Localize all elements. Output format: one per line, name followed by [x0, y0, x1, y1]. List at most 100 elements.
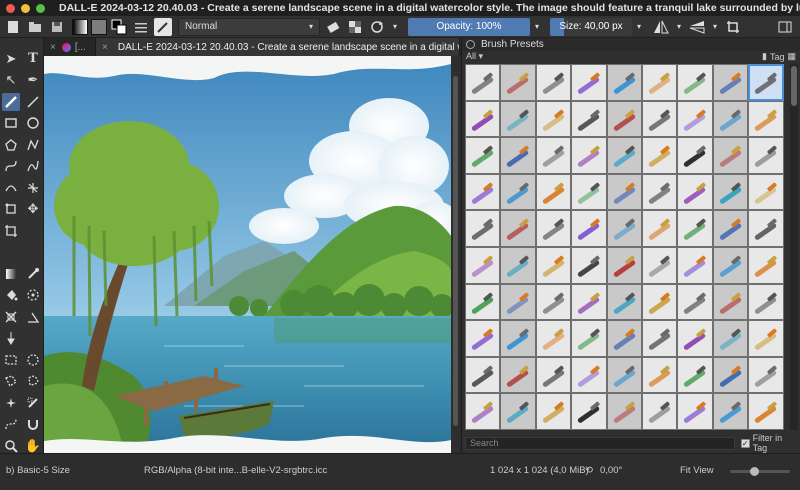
workspace-layout-icon[interactable] [776, 18, 794, 36]
brush-preset-item[interactable] [748, 393, 784, 430]
scrollbar-thumb[interactable] [453, 76, 458, 426]
brush-preset-item[interactable] [641, 320, 678, 357]
rotation-icon[interactable]: ⟲ [585, 465, 593, 476]
move-tool-icon[interactable]: ✥ [24, 200, 42, 218]
brush-preset-item[interactable] [748, 283, 784, 321]
rotation-label[interactable]: 0,00° [600, 465, 622, 476]
tab-current-document[interactable]: × DALL-E 2024-03-12 20.40.03 - Create a … [96, 38, 460, 56]
brush-preset-item[interactable] [712, 100, 749, 138]
brush-preset-item[interactable] [500, 356, 536, 394]
brush-preset-item[interactable] [606, 173, 642, 211]
brush-preset-item[interactable] [535, 173, 572, 211]
brush-preset-item[interactable] [465, 320, 501, 357]
close-icon[interactable]: × [102, 42, 108, 53]
freehand-brush-icon[interactable] [2, 92, 20, 111]
brush-preset-item[interactable] [535, 210, 572, 247]
brush-preset-item[interactable] [606, 64, 642, 101]
canvas-area[interactable] [44, 56, 460, 453]
color-profile-label[interactable]: RGB/Alpha (8-bit inte...B-elle-V2-srgbtr… [144, 465, 327, 476]
brush-preset-item[interactable] [571, 100, 607, 138]
measure-tool-icon[interactable] [24, 308, 42, 326]
close-window-button[interactable] [6, 3, 15, 13]
chevron-down-icon[interactable]: ▾ [390, 18, 400, 36]
rectangle-tool-icon[interactable] [2, 114, 20, 132]
brush-preset-item[interactable] [606, 137, 642, 174]
brush-preset-item[interactable] [677, 320, 713, 357]
contiguous-selection-icon[interactable] [2, 394, 20, 412]
brush-preset-item[interactable] [535, 137, 572, 174]
brush-preset-item[interactable] [641, 173, 678, 211]
brush-preset-item[interactable] [571, 320, 607, 357]
gradient-swatch[interactable] [72, 18, 88, 36]
chevron-down-icon[interactable]: ▾ [532, 18, 542, 36]
dynamic-brush-icon[interactable] [2, 179, 20, 197]
close-icon[interactable]: × [50, 42, 56, 53]
brush-preset-item[interactable] [677, 393, 713, 430]
ellipse-tool-icon[interactable] [24, 114, 42, 132]
brush-preset-item[interactable] [641, 356, 678, 394]
brush-preset-item[interactable] [465, 173, 501, 211]
polygon-tool-icon[interactable] [2, 136, 20, 154]
brush-preset-item[interactable] [712, 64, 749, 101]
crop-tool-icon[interactable] [2, 200, 20, 218]
brush-preset-item[interactable] [500, 137, 536, 174]
brush-preset-item[interactable] [677, 173, 713, 211]
zoom-slider[interactable] [730, 467, 790, 476]
brush-preset-item[interactable] [748, 100, 784, 138]
brush-preset-item[interactable] [535, 393, 572, 430]
brush-preset-item[interactable] [500, 393, 536, 430]
multibrush-icon[interactable] [24, 179, 42, 197]
bezier-curve-icon[interactable] [2, 157, 20, 175]
scrollbar-thumb[interactable] [791, 66, 797, 106]
brush-preset-item[interactable] [641, 393, 678, 430]
brush-preset-item[interactable] [500, 64, 536, 101]
size-slider[interactable]: Size: 40,00 px [550, 17, 632, 36]
brush-preset-item[interactable] [641, 210, 678, 247]
text-tool-icon[interactable]: T [24, 50, 42, 68]
brush-settings-icon[interactable] [132, 18, 150, 36]
brush-preset-item[interactable] [465, 100, 501, 138]
chevron-down-icon[interactable]: ▾ [674, 18, 684, 36]
brush-preset-item[interactable] [606, 210, 642, 247]
grid-view-icon[interactable]: ▦ [787, 51, 796, 62]
brush-preset-item[interactable] [677, 137, 713, 174]
zoom-window-button[interactable] [36, 3, 45, 13]
edit-shapes-icon[interactable]: ↖ [2, 71, 20, 89]
similar-color-selection-icon[interactable] [24, 394, 42, 412]
zoom-mode-label[interactable]: Fit View [680, 465, 714, 476]
brush-preset-item[interactable] [712, 356, 749, 394]
pattern-swatch[interactable] [91, 18, 107, 36]
brush-preset-item[interactable] [535, 320, 572, 357]
brush-preset-item[interactable] [712, 210, 749, 247]
brush-preset-item[interactable] [465, 283, 501, 321]
brush-preset-item[interactable] [535, 356, 572, 394]
color-picker-icon[interactable] [24, 265, 42, 283]
brush-preset-item[interactable] [465, 246, 501, 284]
brush-preset-item[interactable] [606, 100, 642, 138]
magnetic-selection-icon[interactable] [24, 415, 42, 433]
brush-preset-item[interactable] [748, 320, 784, 357]
brush-preset-item[interactable] [465, 210, 501, 247]
new-document-icon[interactable] [4, 18, 22, 36]
brush-preset-item[interactable] [465, 64, 501, 101]
brush-preset-item[interactable] [641, 100, 678, 138]
brush-preset-item[interactable] [606, 283, 642, 321]
brush-preset-item[interactable] [571, 283, 607, 321]
brush-preset-item[interactable] [677, 283, 713, 321]
brush-preset-item[interactable] [571, 64, 607, 101]
brush-preset-item[interactable] [571, 210, 607, 247]
blend-mode-select[interactable]: Normal ▾ [178, 17, 320, 36]
brush-preset-item[interactable] [500, 283, 536, 321]
chevron-down-icon[interactable]: ▾ [634, 18, 644, 36]
freehand-selection-icon[interactable] [24, 372, 42, 390]
elliptical-selection-icon[interactable] [24, 351, 42, 369]
brush-preset-item[interactable] [500, 173, 536, 211]
brush-preset-item[interactable] [641, 137, 678, 174]
brush-preset-item[interactable] [535, 283, 572, 321]
brush-preset-item[interactable] [571, 356, 607, 394]
canvas-image[interactable] [44, 56, 451, 453]
brush-preset-item[interactable] [677, 210, 713, 247]
brush-preset-item[interactable] [641, 64, 678, 101]
brush-preset-item[interactable] [712, 283, 749, 321]
brush-preset-item[interactable] [465, 393, 501, 430]
